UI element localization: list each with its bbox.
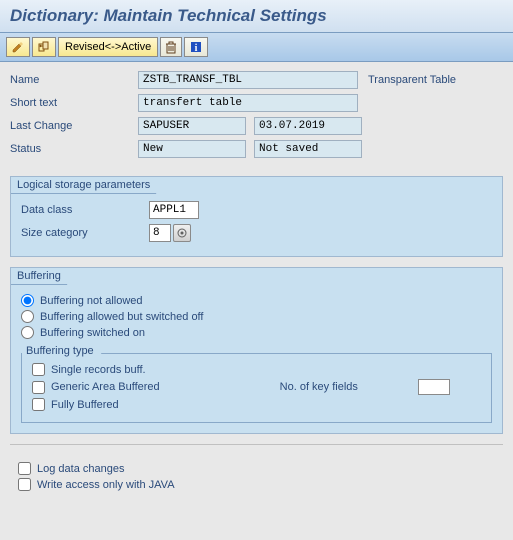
generic-area-row[interactable]: Generic Area Buffered No. of key fields: [32, 379, 481, 395]
java-access-checkbox[interactable]: [18, 478, 31, 491]
last-change-label: Last Change: [10, 120, 138, 132]
value-help-button[interactable]: [173, 224, 191, 242]
log-data-row[interactable]: Log data changes: [18, 462, 495, 475]
log-data-checkbox[interactable]: [18, 462, 31, 475]
data-class-input[interactable]: [149, 201, 199, 219]
buffering-on-label: Buffering switched on: [40, 327, 145, 339]
logical-storage-section: Logical storage parameters Data class Si…: [10, 176, 503, 257]
java-access-row[interactable]: Write access only with JAVA: [18, 478, 495, 491]
table-type: Transparent Table: [368, 74, 456, 86]
separator: [10, 444, 503, 445]
buffering-type-group: Buffering type Single records buff. Gene…: [21, 353, 492, 423]
fully-buffered-checkbox[interactable]: [32, 398, 45, 411]
fully-buffered-row[interactable]: Fully Buffered: [32, 398, 481, 411]
buffering-type-title: Buffering type: [22, 345, 98, 357]
header-area: Name ZSTB_TRANSF_TBL Transparent Table S…: [0, 62, 513, 166]
buffering-allowed-off-row[interactable]: Buffering allowed but switched off: [21, 310, 492, 323]
title-bar: Dictionary: Maintain Technical Settings: [0, 0, 513, 33]
svg-text:i: i: [195, 43, 198, 54]
last-change-user: SAPUSER: [138, 117, 246, 135]
toolbar: Revised<->Active i: [0, 33, 513, 62]
delete-button[interactable]: [160, 37, 182, 57]
size-category-label: Size category: [21, 227, 149, 239]
edit-button[interactable]: [6, 37, 30, 57]
fully-buffered-label: Fully Buffered: [51, 399, 119, 411]
status-saved: Not saved: [254, 140, 362, 158]
generic-area-label: Generic Area Buffered: [51, 381, 160, 393]
bottom-area: Log data changes Write access only with …: [0, 447, 513, 506]
short-text-value: transfert table: [138, 94, 358, 112]
lsp-title: Logical storage parameters: [11, 177, 157, 194]
buffering-section: Buffering Buffering not allowed Bufferin…: [10, 267, 503, 434]
buffering-not-allowed-radio[interactable]: [21, 294, 34, 307]
buffering-title: Buffering: [11, 268, 68, 285]
single-records-checkbox[interactable]: [32, 363, 45, 376]
status-value: New: [138, 140, 246, 158]
short-text-label: Short text: [10, 97, 138, 109]
buffering-not-allowed-row[interactable]: Buffering not allowed: [21, 294, 492, 307]
revised-active-button[interactable]: Revised<->Active: [58, 37, 158, 57]
status-label: Status: [10, 143, 138, 155]
single-records-label: Single records buff.: [51, 364, 146, 376]
keyfields-label: No. of key fields: [280, 381, 358, 393]
info-button[interactable]: i: [184, 37, 208, 57]
buffering-allowed-off-radio[interactable]: [21, 310, 34, 323]
buffering-on-radio[interactable]: [21, 326, 34, 339]
single-records-row[interactable]: Single records buff.: [32, 363, 481, 376]
last-change-date: 03.07.2019: [254, 117, 362, 135]
name-label: Name: [10, 74, 138, 86]
buffering-on-row[interactable]: Buffering switched on: [21, 326, 492, 339]
generic-area-checkbox[interactable]: [32, 381, 45, 394]
log-data-label: Log data changes: [37, 463, 124, 475]
keyfields-input[interactable]: [418, 379, 450, 395]
size-category-input[interactable]: [149, 224, 171, 242]
buffering-not-allowed-label: Buffering not allowed: [40, 295, 143, 307]
buffering-allowed-off-label: Buffering allowed but switched off: [40, 311, 203, 323]
java-access-label: Write access only with JAVA: [37, 479, 175, 491]
name-value: ZSTB_TRANSF_TBL: [138, 71, 358, 89]
page-title: Dictionary: Maintain Technical Settings: [10, 6, 503, 26]
data-class-label: Data class: [21, 204, 149, 216]
other-object-button[interactable]: [32, 37, 56, 57]
